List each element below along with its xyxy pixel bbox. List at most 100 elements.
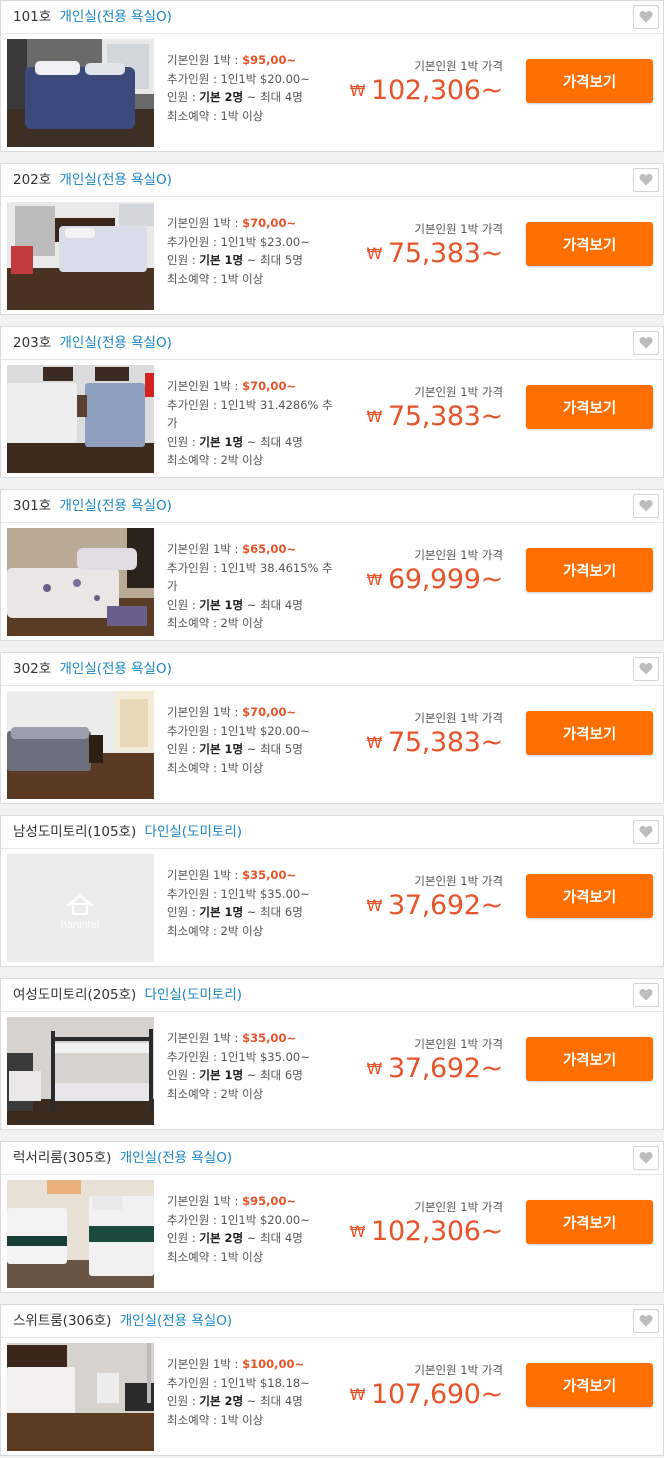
price-label: 기본인원 1박 가격 [414, 1363, 503, 1377]
view-price-button[interactable]: 가격보기 [526, 1037, 653, 1081]
min-stay: 1박 이상 [220, 271, 264, 286]
room-photo-luxury-twin[interactable] [7, 1180, 154, 1288]
price-suffix: ~ [480, 75, 504, 106]
base-price-line: 기본인원 1박 : $100,00~ [167, 1357, 305, 1371]
room-type-link[interactable]: 개인실(전용 욕실O) [59, 172, 171, 188]
room-photo-twin-beds[interactable] [7, 365, 154, 473]
room-photo-bedroom-navy[interactable] [7, 39, 154, 147]
room-card: 302호 개인실(전용 욕실O) 기본인원 1박 : $70,00~ 추가인원 … [0, 652, 664, 804]
heart-icon [639, 660, 653, 679]
view-price-button[interactable]: 가격보기 [526, 874, 653, 918]
base-price-line: 기본인원 1박 : $70,00~ [167, 379, 297, 393]
room-type-link[interactable]: 개인실(전용 욕실O) [59, 498, 171, 514]
room-photo-bedroom-door[interactable] [7, 691, 154, 799]
room-name: 남성도미토리(105호) [13, 824, 137, 840]
currency-symbol: ₩ [366, 570, 382, 589]
room-type-link[interactable]: 개인실(전용 욕실O) [59, 335, 171, 351]
favorite-button[interactable] [633, 1309, 659, 1333]
room-photo-floral-beds[interactable] [7, 528, 154, 636]
view-price-button[interactable]: 가격보기 [526, 385, 653, 429]
view-price-button[interactable]: 가격보기 [526, 1200, 653, 1244]
base-price-line: 기본인원 1박 : $95,00~ [167, 1194, 297, 1208]
room-header: 럭서리룸(305호) 개인실(전용 욕실O) [1, 1142, 663, 1175]
base-price-line: 기본인원 1박 : $35,00~ [167, 868, 297, 882]
capacity-max: 최대 4명 [260, 90, 303, 104]
currency-symbol: ₩ [349, 81, 366, 100]
price-suffix: ~ [480, 401, 504, 432]
min-stay-line: 최소예약 : 1박 이상 [167, 271, 264, 286]
room-info: 기본인원 1박 : $70,00~ 추가인원 : 1인1박 31.4286% 추… [167, 377, 343, 470]
view-price-button[interactable]: 가격보기 [526, 1363, 653, 1407]
room-info: 기본인원 1박 : $35,00~ 추가인원 : 1인1박 $35.00~ 인원… [167, 1029, 343, 1103]
view-price-button[interactable]: 가격보기 [526, 222, 653, 266]
capacity-base: 기본 1명 [199, 434, 244, 449]
room-name: 302호 [13, 661, 52, 677]
room-type-link[interactable]: 다인실(도미토리) [145, 987, 242, 1003]
room-type-link[interactable]: 개인실(전용 욕실O) [59, 661, 171, 677]
price-label: 기본인원 1박 가격 [414, 222, 503, 236]
room-info: 기본인원 1박 : $70,00~ 추가인원 : 1인1박 $20.00~ 인원… [167, 703, 343, 777]
room-type-link[interactable]: 개인실(전용 욕실O) [59, 9, 171, 25]
room-card: 스위트룸(306호) 개인실(전용 욕실O) 기본인원 1박 : $100,00… [0, 1304, 664, 1456]
favorite-button[interactable] [633, 1146, 659, 1170]
room-name: 여성도미토리(205호) [13, 987, 137, 1003]
base-price-line: 기본인원 1박 : $70,00~ [167, 216, 297, 230]
heart-icon [639, 986, 653, 1005]
room-header: 301호 개인실(전용 욕실O) [1, 490, 663, 523]
favorite-button[interactable] [633, 494, 659, 518]
extra-line: 추가인원 : 1인1박 $18.18~ [167, 1375, 310, 1390]
min-stay-line: 최소예약 : 1박 이상 [167, 108, 264, 123]
capacity-max: 최대 6명 [260, 905, 303, 919]
price-label: 기본인원 1박 가격 [414, 1037, 503, 1051]
favorite-button[interactable] [633, 168, 659, 192]
room-name: 럭서리룸(305호) [13, 1150, 112, 1166]
base-price: $95,00~ [242, 1194, 297, 1208]
favorite-button[interactable] [633, 331, 659, 355]
room-type-link[interactable]: 개인실(전용 욕실O) [120, 1150, 232, 1166]
price-label: 기본인원 1박 가격 [414, 385, 503, 399]
extra-line: 추가인원 : 1인1박 $20.00~ [167, 723, 310, 738]
favorite-button[interactable] [633, 820, 659, 844]
price: ₩75,383~ [366, 399, 503, 435]
room-photo-bunk-beds[interactable] [7, 1017, 154, 1125]
base-price-line: 기본인원 1박 : $70,00~ [167, 705, 297, 719]
favorite-button[interactable] [633, 657, 659, 681]
room-card: 203호 개인실(전용 욕실O) 기본인원 1박 : $70,00~ 추가인원 … [0, 326, 664, 478]
base-price: $70,00~ [242, 216, 297, 230]
room-name: 스위트룸(306호) [13, 1313, 112, 1329]
price: ₩102,306~ [349, 73, 504, 109]
capacity-max: 최대 4명 [260, 597, 303, 612]
heart-icon [639, 497, 653, 516]
view-price-button[interactable]: 가격보기 [526, 711, 653, 755]
room-type-link[interactable]: 다인실(도미토리) [145, 824, 242, 840]
room-card: 럭서리룸(305호) 개인실(전용 욕실O) 기본인원 1박 : $95,00~… [0, 1141, 664, 1293]
base-price: $65,00~ [242, 542, 297, 556]
price-value: 102,306 [371, 1216, 481, 1247]
favorite-button[interactable] [633, 983, 659, 1007]
capacity-line: 인원 : 기본 2명 ~ 최대 4명 [167, 1231, 303, 1245]
capacity-max: 최대 4명 [260, 434, 303, 449]
base-price: $70,00~ [242, 705, 297, 719]
room-card: 여성도미토리(205호) 다인실(도미토리) 기본인원 1박 : $35,00~… [0, 978, 664, 1130]
room-type-link[interactable]: 개인실(전용 욕실O) [120, 1313, 232, 1329]
base-price: $35,00~ [242, 1031, 297, 1045]
price-label: 기본인원 1박 가격 [414, 711, 503, 725]
view-price-button[interactable]: 가격보기 [526, 59, 653, 103]
room-card: 101호 개인실(전용 욕실O) 기본인원 1박 : $95,00~ 추가인원 … [0, 0, 664, 152]
room-photo-placeholder[interactable]: hanintel [7, 854, 154, 962]
room-photo-suite[interactable] [7, 1343, 154, 1451]
favorite-button[interactable] [633, 5, 659, 29]
room-info: 기본인원 1박 : $65,00~ 추가인원 : 1인1박 38.4615% 추… [167, 540, 343, 633]
room-photo-bedroom-window[interactable] [7, 202, 154, 310]
price-value: 102,306 [371, 75, 481, 106]
extra-price: 1인1박 $20.00~ [220, 723, 310, 738]
base-price-line: 기본인원 1박 : $95,00~ [167, 53, 297, 67]
view-price-button[interactable]: 가격보기 [526, 548, 653, 592]
base-price-line: 기본인원 1박 : $35,00~ [167, 1031, 297, 1045]
room-info: 기본인원 1박 : $35,00~ 추가인원 : 1인1박 $35.00~ 인원… [167, 866, 343, 940]
capacity-base: 기본 1명 [199, 253, 244, 267]
price-suffix: ~ [480, 564, 504, 595]
base-price-line: 기본인원 1박 : $65,00~ [167, 542, 297, 556]
price-suffix: ~ [480, 1216, 504, 1247]
price: ₩102,306~ [350, 1214, 504, 1250]
